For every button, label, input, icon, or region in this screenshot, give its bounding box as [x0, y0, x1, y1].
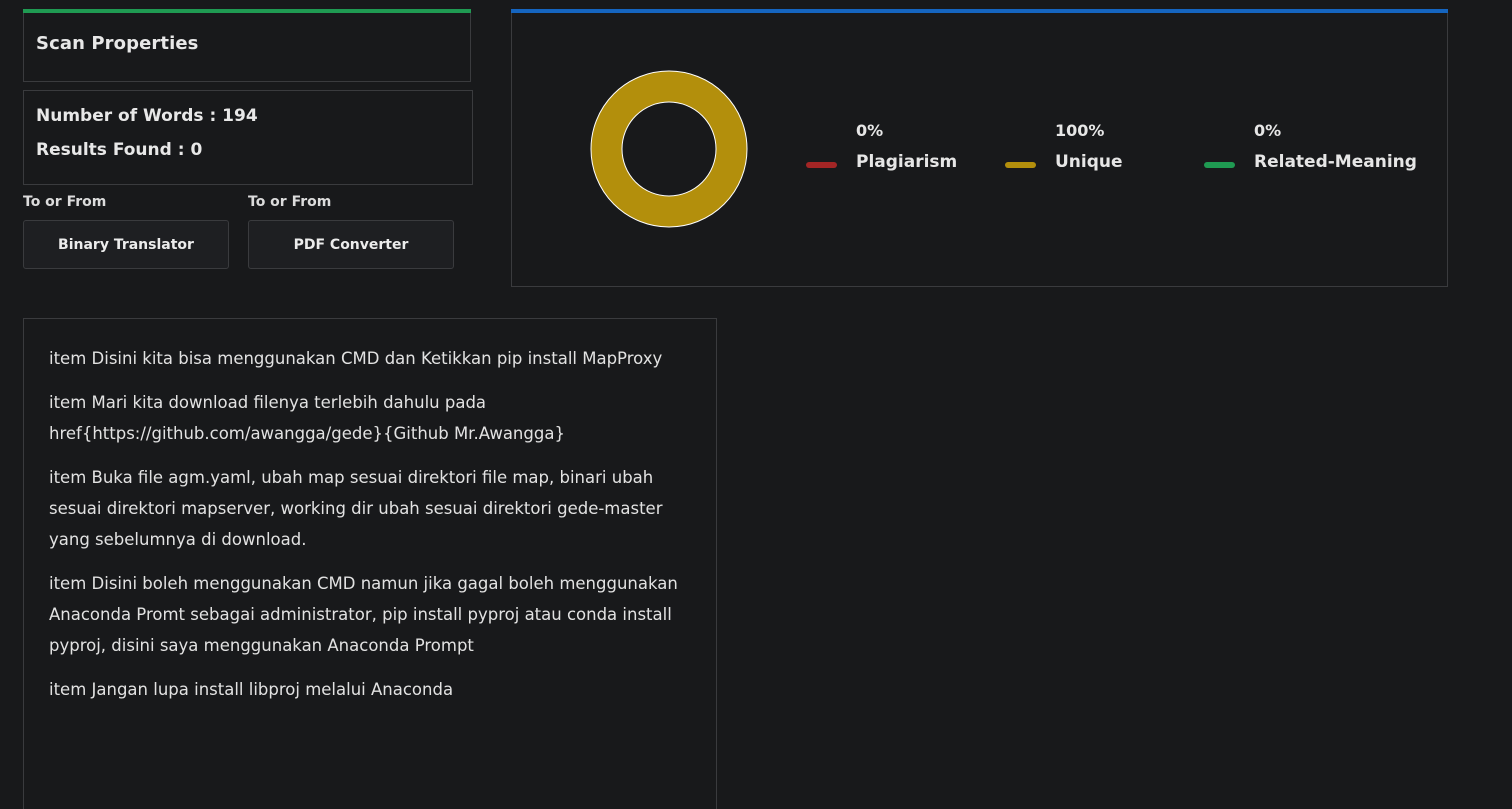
word-count: Number of Words : 194	[36, 106, 258, 126]
legend-plagiarism-label: Plagiarism	[856, 152, 958, 172]
binary-translator-button[interactable]: Binary Translator	[23, 220, 229, 269]
scan-properties-card: Scan Properties	[23, 9, 471, 82]
scan-stats-card: Number of Words : 194 Results Found : 0	[23, 90, 473, 185]
legend-unique-percent: 100%	[1055, 121, 1105, 140]
content-paragraph: item Jangan lupa install libproj melalui…	[49, 680, 454, 699]
legend-unique-swatch	[1005, 162, 1036, 168]
content-paragraph: item Disini kita bisa menggunakan CMD da…	[49, 349, 663, 368]
legend-plagiarism-swatch	[806, 162, 837, 168]
donut-slice-unique	[590, 70, 748, 228]
content-paragraph: item Mari kita download filenya terlebih…	[49, 393, 565, 443]
result-donut-chart	[590, 70, 748, 228]
legend-plagiarism-percent: 0%	[856, 121, 884, 140]
content-paragraph: item Disini boleh menggunakan CMD namun …	[49, 574, 678, 655]
scan-properties-accent-bar	[23, 9, 471, 13]
pdf-converter-caption: To or From	[248, 194, 332, 210]
scanned-text-box: item Disini kita bisa menggunakan CMD da…	[23, 318, 717, 809]
legend-related-meaning-swatch	[1204, 162, 1235, 168]
binary-translator-caption: To or From	[23, 194, 107, 210]
chart-accent-bar	[511, 9, 1448, 13]
scan-properties-title: Scan Properties	[36, 33, 199, 54]
legend-related-meaning-percent: 0%	[1254, 121, 1282, 140]
legend-related-meaning-label: Related-Meaning	[1254, 152, 1417, 172]
content-paragraph: item Buka file agm.yaml, ubah map sesuai…	[49, 468, 663, 549]
pdf-converter-button[interactable]: PDF Converter	[248, 220, 454, 269]
legend-unique-label: Unique	[1055, 152, 1123, 172]
result-chart-card: 0% Plagiarism 100% Unique 0% Related-Mea…	[511, 9, 1448, 287]
results-found: Results Found : 0	[36, 140, 203, 160]
page: Scan Properties Number of Words : 194 Re…	[0, 0, 1512, 809]
